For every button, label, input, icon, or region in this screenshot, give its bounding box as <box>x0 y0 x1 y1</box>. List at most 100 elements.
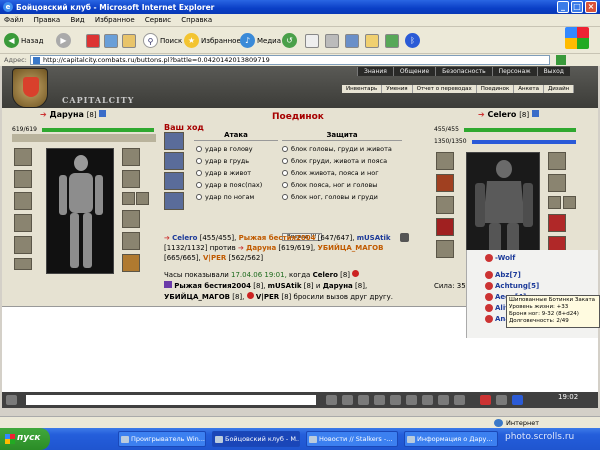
favorites-button[interactable]: ★ Избранное <box>184 32 241 49</box>
subnav-transfers[interactable]: Отчет о переводах <box>413 85 477 93</box>
go-button[interactable] <box>556 55 566 65</box>
home-button[interactable] <box>122 32 136 49</box>
close-button[interactable]: × <box>585 1 597 13</box>
right-helmet-slot[interactable] <box>436 152 454 170</box>
task-info[interactable]: Информация о Дару... <box>404 431 498 447</box>
helmet-slot[interactable] <box>14 148 32 166</box>
scroll-slot-4[interactable] <box>164 192 184 210</box>
right-shield-slot[interactable] <box>548 214 566 232</box>
chat-tool-6[interactable] <box>406 395 417 405</box>
nav-exit[interactable]: Выход <box>536 67 570 76</box>
block-5[interactable]: блок ног, головы и груди <box>282 191 392 203</box>
right-amulet-slot[interactable] <box>436 196 454 214</box>
stop-button[interactable] <box>86 32 100 49</box>
nav-communication[interactable]: Общение <box>392 67 435 76</box>
nav-character[interactable]: Персонаж <box>491 67 537 76</box>
chat-tool-4[interactable] <box>374 395 385 405</box>
scroll-slot-2[interactable] <box>164 152 184 170</box>
belt-slot[interactable] <box>14 258 32 270</box>
chat-tool-12[interactable] <box>512 395 523 405</box>
edit-button[interactable] <box>345 32 359 49</box>
block-3[interactable]: блок живота, пояса и ног <box>282 167 392 179</box>
scroll-slot-1[interactable] <box>164 132 184 150</box>
settings-icon[interactable] <box>400 233 409 242</box>
right-gloves-slot[interactable] <box>548 174 566 192</box>
menu-view[interactable]: Вид <box>70 16 84 24</box>
maximize-button[interactable]: □ <box>571 1 583 13</box>
address-input[interactable]: http://capitalcity.combats.ru/buttons.pl… <box>30 55 550 65</box>
subnav-inventory[interactable]: Инвентарь <box>342 85 383 93</box>
block-4[interactable]: блок пояса, ног и головы <box>282 179 392 191</box>
subnav-skills[interactable]: Умения <box>382 85 413 93</box>
chat-user[interactable]: Achtung[5] <box>485 280 598 291</box>
minimize-button[interactable]: _ <box>557 1 569 13</box>
chat-tool-10[interactable] <box>480 395 491 405</box>
right-player-name[interactable]: Celero <box>488 110 517 119</box>
right-weapon-slot[interactable] <box>436 174 454 192</box>
history-button[interactable]: ↺ <box>282 32 299 49</box>
nav-knowledge[interactable]: Знания <box>357 67 393 76</box>
refresh-button[interactable] <box>104 32 118 49</box>
weapon-slot[interactable] <box>14 170 32 188</box>
attack-legs[interactable]: удар по ногам <box>196 191 262 203</box>
chat-user[interactable]: -Wolf <box>485 252 598 263</box>
task-media-player[interactable]: Проигрыватель Win... <box>118 431 206 447</box>
menu-help[interactable]: Справка <box>181 16 212 24</box>
attack-belt[interactable]: удар в пояс(пах) <box>196 179 262 191</box>
folder-button[interactable] <box>365 32 379 49</box>
print-button[interactable] <box>325 32 339 49</box>
menu-file[interactable]: Файл <box>4 16 23 24</box>
block-2[interactable]: блок груди, живота и пояса <box>282 155 392 167</box>
bracelet-slot[interactable] <box>122 254 140 272</box>
forward-button[interactable]: ▶ <box>56 32 73 49</box>
subnav-profile[interactable]: Анкета <box>514 85 544 93</box>
chat-tool-5[interactable] <box>390 395 401 405</box>
earrings-slot[interactable] <box>122 148 140 166</box>
boots-slot[interactable] <box>122 232 140 250</box>
amulet-slot[interactable] <box>14 192 32 210</box>
left-player-name[interactable]: Даруна <box>50 110 84 119</box>
menu-favorites[interactable]: Избранное <box>95 16 135 24</box>
gloves-slot[interactable] <box>122 170 140 188</box>
chat-user[interactable]: Abz[7] <box>485 269 598 280</box>
menu-edit[interactable]: Правка <box>34 16 61 24</box>
ring-slot-2[interactable] <box>136 192 149 205</box>
chat-settings-icon[interactable] <box>6 395 17 405</box>
left-player-doll[interactable] <box>46 148 114 274</box>
chat-tool-2[interactable] <box>342 395 353 405</box>
chat-tool-7[interactable] <box>422 395 433 405</box>
task-fight-club[interactable]: Бойцовский клуб - М... <box>212 431 300 447</box>
ring-slot-1[interactable] <box>122 192 135 205</box>
attack-chest[interactable]: удар в грудь <box>196 155 262 167</box>
menu-tools[interactable]: Сервис <box>145 16 171 24</box>
info-icon[interactable] <box>531 110 539 117</box>
shirt-slot[interactable] <box>14 236 32 254</box>
subnav-design[interactable]: Дизайн <box>544 85 575 93</box>
task-news[interactable]: Новости // Stalkers -... <box>306 431 398 447</box>
chat-tool-3[interactable] <box>358 395 369 405</box>
chat-input[interactable] <box>26 395 316 405</box>
subnav-duel[interactable]: Поединок <box>477 85 515 93</box>
scroll-slot-3[interactable] <box>164 172 184 190</box>
block-1[interactable]: блок головы, груди и живота <box>282 143 392 155</box>
chat-tool-8[interactable] <box>438 395 449 405</box>
right-ring-slot-1[interactable] <box>548 196 561 209</box>
start-button[interactable]: пуск <box>0 428 50 450</box>
messenger-button[interactable] <box>385 32 399 49</box>
chat-tool-11[interactable] <box>496 395 507 405</box>
right-belt-slot[interactable] <box>436 240 454 258</box>
search-button[interactable]: ⚲ Поиск <box>143 32 182 49</box>
right-armor-slot[interactable] <box>436 218 454 236</box>
chat-tool-9[interactable] <box>454 395 465 405</box>
bluetooth-button[interactable]: ᛒ <box>405 32 422 49</box>
info-icon[interactable] <box>99 110 107 117</box>
attack-head[interactable]: удар в голову <box>196 143 262 155</box>
nav-security[interactable]: Безопасность <box>435 67 492 76</box>
back-button[interactable]: ◀ Назад <box>4 32 43 49</box>
mail-button[interactable] <box>305 32 319 49</box>
armor-slot[interactable] <box>14 214 32 232</box>
shield-slot[interactable] <box>122 210 140 228</box>
attack-stomach[interactable]: удар в живот <box>196 167 262 179</box>
media-button[interactable]: ♪ Медиа <box>240 32 281 49</box>
right-earrings-slot[interactable] <box>548 152 566 170</box>
